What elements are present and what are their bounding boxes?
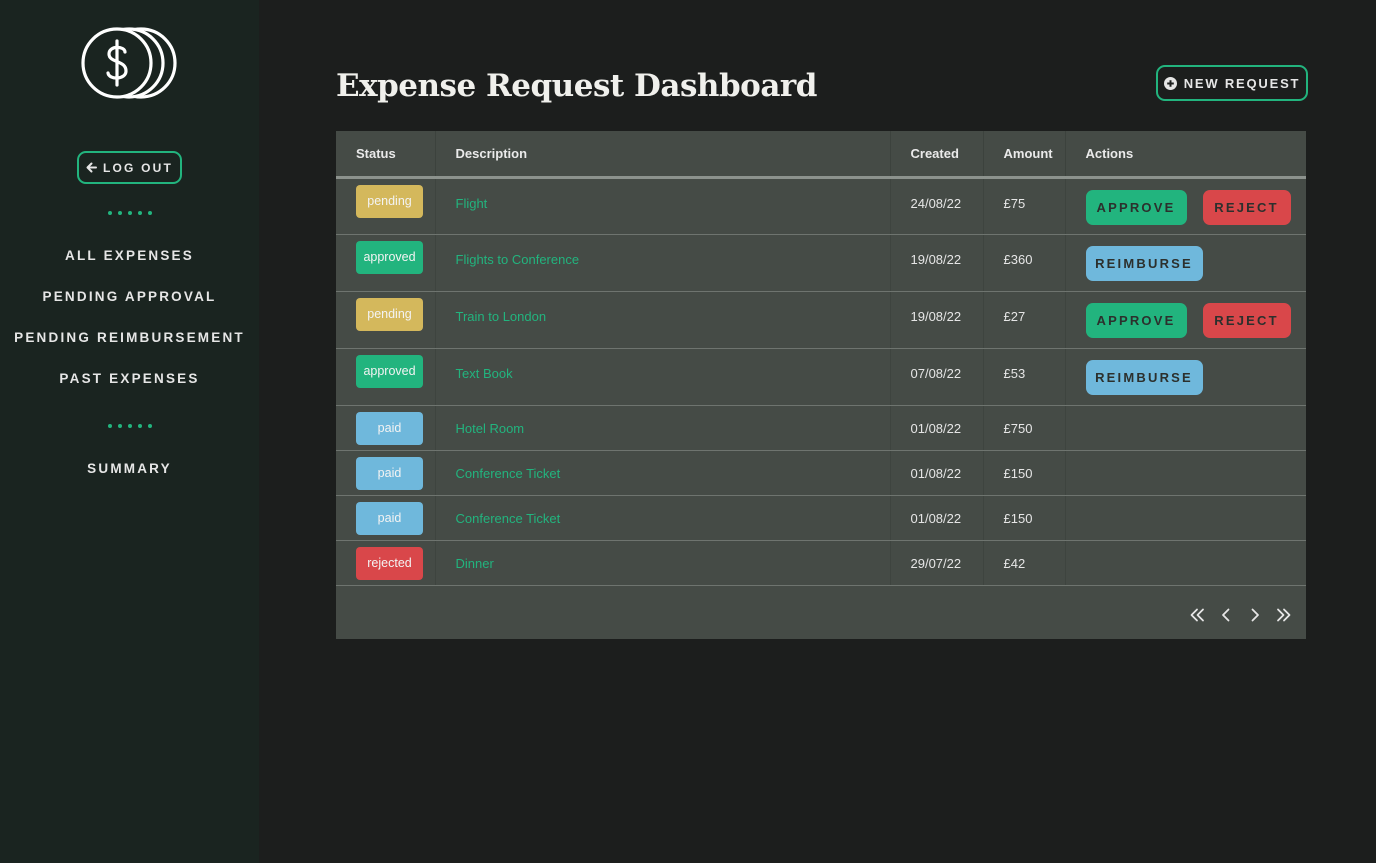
logout-label: LOG OUT [102, 160, 174, 175]
last-page-button[interactable] [1275, 605, 1292, 625]
description-link[interactable]: Flight [435, 177, 891, 235]
created-date: 19/08/22 [890, 291, 984, 349]
approve-button[interactable]: APPROVE [1085, 302, 1187, 338]
amount: £150 [983, 450, 1066, 496]
amount: £360 [983, 234, 1066, 292]
status-badge: paid [356, 411, 423, 445]
description-link[interactable]: Train to London [435, 291, 891, 349]
amount: £75 [983, 177, 1066, 235]
chevrons-right-icon [1276, 608, 1290, 622]
nav-all-expenses[interactable]: ALL EXPENSES [65, 248, 194, 263]
created-date: 01/08/22 [890, 495, 984, 541]
status-badge: pending [356, 297, 423, 331]
page-title: Expense Request Dashboard [336, 68, 817, 104]
chevrons-left-icon [1190, 608, 1204, 622]
divider-dots [107, 211, 152, 215]
table-row: pending Flight 24/08/22 £75 APPROVE REJE… [336, 177, 1306, 235]
first-page-button[interactable] [1188, 605, 1205, 625]
reimburse-button[interactable]: REIMBURSE [1085, 245, 1203, 281]
table-row: approved Text Book 07/08/22 £53 REIMBURS… [336, 348, 1306, 406]
new-request-button[interactable]: NEW REQUEST [1156, 65, 1308, 101]
reject-button[interactable]: REJECT [1202, 189, 1291, 225]
column-header-actions: Actions [1065, 131, 1306, 179]
column-header-created[interactable]: Created [890, 131, 984, 179]
description-link[interactable]: Conference Ticket [435, 495, 891, 541]
amount: £150 [983, 495, 1066, 541]
actions-cell [1065, 450, 1306, 496]
actions-cell [1065, 540, 1306, 586]
table-row: approved Flights to Conference 19/08/22 … [336, 234, 1306, 292]
reject-button[interactable]: REJECT [1202, 302, 1291, 338]
new-request-label: NEW REQUEST [1183, 75, 1301, 91]
amount: £750 [983, 405, 1066, 451]
description-link[interactable]: Hotel Room [435, 405, 891, 451]
nav-past-expenses[interactable]: PAST EXPENSES [59, 371, 199, 386]
nav-pending-reimbursement[interactable]: PENDING REIMBURSEMENT [14, 330, 245, 345]
coins-dollar-icon[interactable] [80, 27, 179, 99]
created-date: 24/08/22 [890, 177, 984, 235]
description-link[interactable]: Conference Ticket [435, 450, 891, 496]
amount: £53 [983, 348, 1066, 406]
next-page-button[interactable] [1246, 605, 1263, 625]
column-header-amount[interactable]: Amount [983, 131, 1066, 179]
logout-button[interactable]: LOG OUT [77, 151, 182, 184]
description-link[interactable]: Dinner [435, 540, 891, 586]
actions-cell [1065, 405, 1306, 451]
column-header-status[interactable]: Status [336, 131, 436, 179]
status-badge: paid [356, 456, 423, 490]
actions-cell [1065, 495, 1306, 541]
amount: £27 [983, 291, 1066, 349]
status-badge: rejected [356, 546, 423, 580]
table-header-row: Status Description Created Amount Action… [336, 131, 1306, 179]
column-header-description[interactable]: Description [435, 131, 891, 179]
reimburse-button[interactable]: REIMBURSE [1085, 359, 1203, 395]
table-row: paid Conference Ticket 01/08/22 £150 [336, 450, 1306, 496]
status-badge: pending [356, 184, 423, 218]
table-row: paid Hotel Room 01/08/22 £750 [336, 405, 1306, 451]
pagination [1188, 605, 1292, 625]
created-date: 07/08/22 [890, 348, 984, 406]
amount: £42 [983, 540, 1066, 586]
table-row: pending Train to London 19/08/22 £27 APP… [336, 291, 1306, 349]
previous-page-button[interactable] [1217, 605, 1234, 625]
chevron-left-icon [1221, 608, 1229, 622]
approve-button[interactable]: APPROVE [1085, 189, 1187, 225]
created-date: 19/08/22 [890, 234, 984, 292]
expense-table: Status Description Created Amount Action… [336, 131, 1306, 639]
created-date: 01/08/22 [890, 450, 984, 496]
chevron-right-icon [1251, 608, 1259, 622]
description-link[interactable]: Text Book [435, 348, 891, 406]
sidebar: LOG OUT ALL EXPENSES PENDING APPROVAL PE… [0, 0, 259, 863]
status-badge: paid [356, 501, 423, 535]
status-badge: approved [356, 354, 423, 388]
nav-pending-approval[interactable]: PENDING APPROVAL [43, 289, 217, 304]
table-row: paid Conference Ticket 01/08/22 £150 [336, 495, 1306, 541]
nav-summary[interactable]: SUMMARY [87, 461, 172, 476]
divider-dots [107, 424, 152, 428]
status-badge: approved [356, 240, 423, 274]
created-date: 01/08/22 [890, 405, 984, 451]
description-link[interactable]: Flights to Conference [435, 234, 891, 292]
arrow-left-icon [86, 162, 97, 173]
plus-circle-icon [1163, 76, 1177, 90]
table-row: rejected Dinner 29/07/22 £42 [336, 540, 1306, 586]
created-date: 29/07/22 [890, 540, 984, 586]
